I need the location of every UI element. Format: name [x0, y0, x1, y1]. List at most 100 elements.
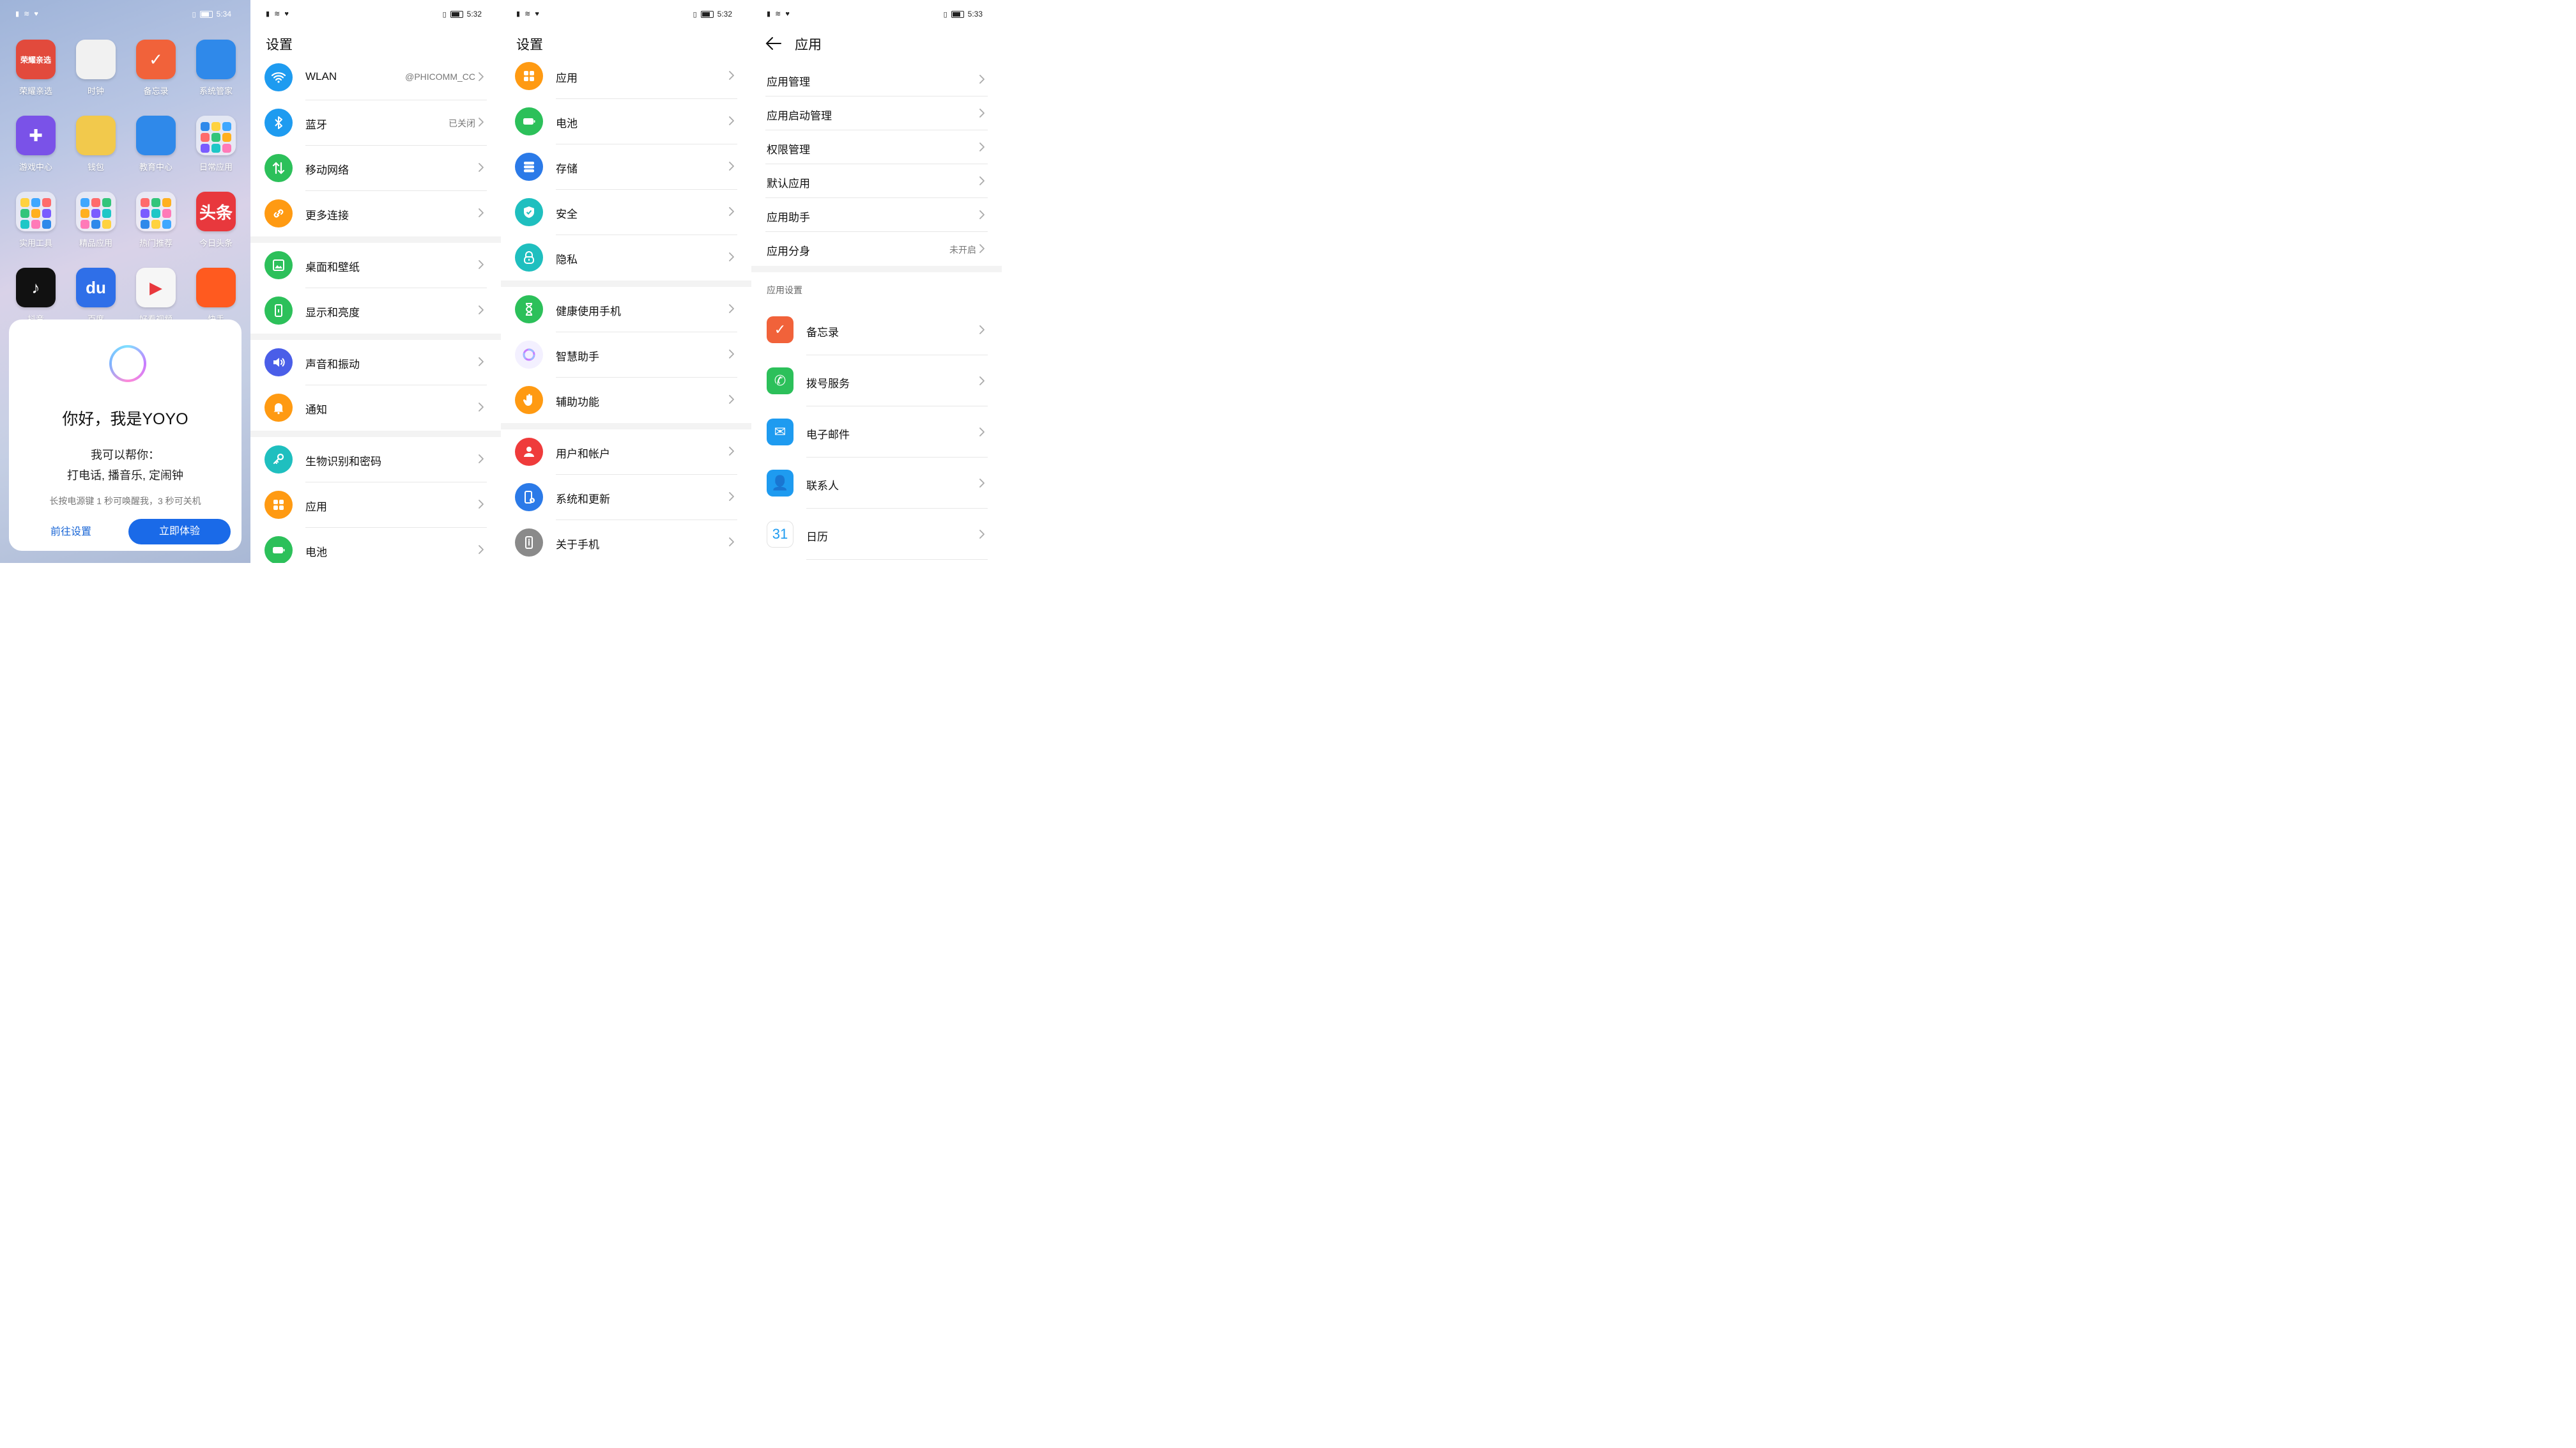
- app-icon-6[interactable]: 教育中心: [130, 116, 181, 173]
- app-icon-4[interactable]: ✚ 游戏中心: [10, 116, 61, 173]
- settings-item[interactable]: 声音和振动: [250, 340, 501, 385]
- settings-item[interactable]: 安全: [501, 190, 751, 235]
- settings-item[interactable]: 电池: [250, 528, 501, 563]
- app-icon-graphic: [196, 116, 236, 155]
- status-time: 5:33: [967, 10, 983, 19]
- apps-menu-item-label: 默认应用: [767, 178, 810, 190]
- chevron-right-icon: [479, 163, 484, 172]
- page-title: 应用: [795, 38, 822, 52]
- mobile-data-icon: [264, 154, 293, 182]
- battery-icon: [951, 10, 964, 18]
- hand-icon: [515, 386, 543, 414]
- settings-item[interactable]: 生物识别和密码: [250, 437, 501, 482]
- app-icon-14[interactable]: ▶好看视频: [130, 268, 181, 325]
- app-icon-15[interactable]: 快手: [190, 268, 241, 325]
- settings-item[interactable]: 移动网络: [250, 146, 501, 191]
- app-settings-item[interactable]: ✉ 电子邮件: [751, 406, 1002, 458]
- settings-item[interactable]: 用户和帐户: [501, 429, 751, 475]
- apps-menu-item[interactable]: 应用助手: [751, 198, 1002, 232]
- settings-item[interactable]: 更多连接: [250, 191, 501, 236]
- app-icon-11[interactable]: 头条 今日头条: [190, 192, 241, 249]
- settings-item[interactable]: 应用: [501, 54, 751, 99]
- try-now-button[interactable]: 立即体验: [128, 519, 231, 544]
- chevron-right-icon: [729, 537, 734, 546]
- notification-icons: ▮ ≋ ♥: [767, 10, 791, 18]
- status-bar: ▮ ≋ ♥ ▯ 5:32: [501, 0, 751, 28]
- settings-item[interactable]: 桌面和壁纸: [250, 243, 501, 288]
- vibrate-icon: ▯: [192, 10, 196, 19]
- settings-item[interactable]: 电池: [501, 99, 751, 144]
- app-icon-5[interactable]: 钱包: [70, 116, 121, 173]
- apps-menu-item-label: 应用启动管理: [767, 110, 832, 122]
- app-icon-3[interactable]: 系统管家: [190, 40, 241, 96]
- app-settings-item-label: 电子邮件: [806, 429, 850, 441]
- settings-item-label: 移动网络: [305, 164, 349, 176]
- chevron-right-icon: [729, 492, 734, 501]
- chevron-right-icon: [729, 252, 734, 261]
- settings-item[interactable]: 隐私: [501, 235, 751, 281]
- settings-item[interactable]: 存储: [501, 144, 751, 190]
- app-settings-item[interactable]: ✆ 拨号服务: [751, 355, 1002, 406]
- yoyo-assistant-icon: [109, 345, 146, 382]
- app-icon-9[interactable]: 精品应用: [70, 192, 121, 249]
- chevron-right-icon: [729, 447, 734, 456]
- app-icon-graphic: 荣耀亲选: [16, 40, 56, 79]
- vibrate-icon: ▯: [943, 10, 947, 19]
- app-label: 备忘录: [143, 86, 169, 96]
- shield-icon: [515, 198, 543, 226]
- settings-item[interactable]: 系统和更新: [501, 475, 751, 520]
- app-icon-13[interactable]: du百度: [70, 268, 121, 325]
- settings-item[interactable]: WLAN @PHICOMM_CC: [250, 55, 501, 100]
- apps-menu-item[interactable]: 应用分身 未开启: [751, 232, 1002, 266]
- settings-item-label: 声音和振动: [305, 358, 360, 371]
- back-arrow-icon[interactable]: [765, 36, 782, 51]
- settings-item[interactable]: 蓝牙 已关闭: [250, 100, 501, 146]
- bell-icon: [264, 394, 293, 422]
- app-icon-12[interactable]: ♪抖音: [10, 268, 61, 325]
- app-settings-item[interactable]: 👤 联系人: [751, 458, 1002, 509]
- settings-item[interactable]: 应用: [250, 482, 501, 528]
- settings-item[interactable]: 健康使用手机: [501, 287, 751, 332]
- app-icon-2[interactable]: ✓ 备忘录: [130, 40, 181, 96]
- apps-menu-item[interactable]: 应用启动管理: [751, 96, 1002, 130]
- app-settings-item[interactable]: 31 日历: [751, 509, 1002, 560]
- status-bar: ▮ ≋ ♥ ▯ 5:34: [0, 0, 250, 28]
- app-icon-graphic: [136, 116, 176, 155]
- status-time: 5:34: [216, 10, 231, 19]
- section-header: 应用设置: [767, 285, 802, 295]
- settings-item[interactable]: 智慧助手: [501, 332, 751, 378]
- apps-menu-item[interactable]: 默认应用: [751, 164, 1002, 198]
- app-settings-item-label: 日历: [806, 531, 828, 543]
- apps-menu-item-label: 应用助手: [767, 212, 810, 224]
- chevron-right-icon: [979, 75, 985, 84]
- group-divider: [501, 281, 751, 287]
- vibrate-icon: ▯: [442, 10, 447, 19]
- chevron-right-icon: [979, 210, 985, 219]
- settings-item[interactable]: 显示和亮度: [250, 288, 501, 334]
- app-icon-graphic: ▶: [136, 268, 176, 307]
- apps-menu-item[interactable]: 权限管理: [751, 130, 1002, 164]
- settings-item-label: 辅助功能: [556, 396, 599, 408]
- app-icon-7[interactable]: 日常应用: [190, 116, 241, 173]
- status-bar: ▮ ≋ ♥ ▯ 5:32: [250, 0, 501, 28]
- app-icon-1[interactable]: 时钟: [70, 40, 121, 96]
- settings-item-label: 应用: [305, 501, 327, 513]
- apps-menu-item[interactable]: 应用管理: [751, 63, 1002, 96]
- app-icon-10[interactable]: 热门推荐: [130, 192, 181, 249]
- settings-item[interactable]: 通知: [250, 385, 501, 431]
- app-icon-0[interactable]: 荣耀亲选 荣耀亲选: [10, 40, 61, 96]
- app-label: 系统管家: [199, 86, 233, 96]
- app-label: 日常应用: [199, 162, 233, 172]
- settings-item[interactable]: 关于手机: [501, 520, 751, 563]
- info-icon: [515, 528, 543, 557]
- app-label: 热门推荐: [139, 238, 172, 248]
- chevron-right-icon: [479, 260, 484, 269]
- app-label: 精品应用: [79, 238, 112, 248]
- status-time: 5:32: [717, 10, 732, 19]
- app-icon-8[interactable]: 实用工具: [10, 192, 61, 249]
- app-settings-item[interactable]: ✓ 备忘录: [751, 304, 1002, 355]
- hourglass-icon: [515, 295, 543, 323]
- settings-item[interactable]: 辅助功能: [501, 378, 751, 423]
- go-to-settings-button[interactable]: 前往设置: [28, 523, 114, 538]
- dialog-title: 你好，我是YOYO: [62, 410, 188, 428]
